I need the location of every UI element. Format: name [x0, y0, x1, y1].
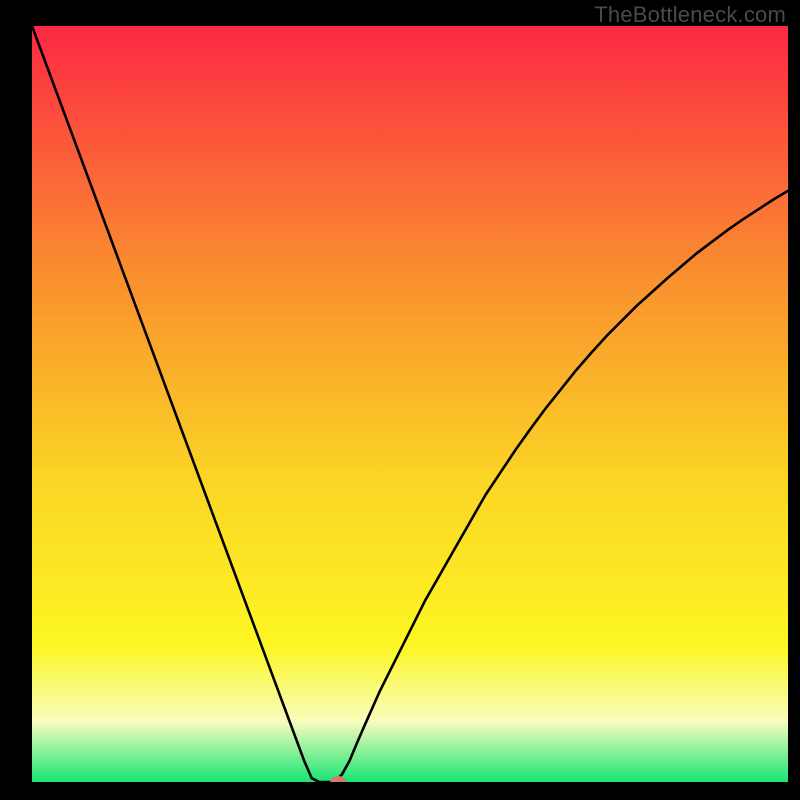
frame-bottom	[0, 782, 800, 800]
watermark-text: TheBottleneck.com	[594, 2, 786, 28]
bottleneck-chart: TheBottleneck.com	[0, 0, 800, 800]
frame-right	[788, 0, 800, 800]
chart-svg	[0, 0, 800, 800]
plot-gradient-background	[32, 26, 788, 782]
frame-left	[0, 0, 32, 800]
